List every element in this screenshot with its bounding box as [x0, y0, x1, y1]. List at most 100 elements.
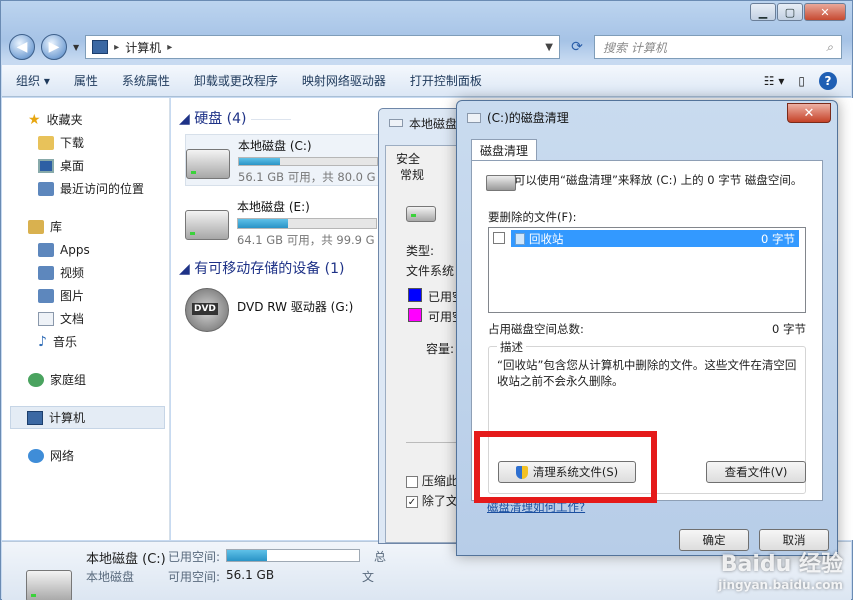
apps-library-icon — [38, 242, 54, 257]
view-options-icon[interactable]: ☷ ▾ — [764, 74, 785, 88]
files-to-delete-label: 要删除的文件(F): — [488, 210, 577, 224]
drive-g[interactable]: DVD DVD RW 驱动器 (G:) — [185, 284, 381, 336]
dvd-drive-icon: DVD — [185, 288, 229, 332]
sidebar-item-pictures[interactable]: 图片 — [2, 284, 169, 307]
hard-disk-icon — [26, 570, 72, 600]
sidebar-item-network[interactable]: 网络 — [2, 444, 169, 467]
system-properties-button[interactable]: 系统属性 — [122, 72, 170, 89]
drive-e[interactable]: 本地磁盘 (E:) 64.1 GB 可用，共 99.9 G — [185, 196, 381, 248]
details-drive-type: 本地磁盘 — [86, 570, 135, 584]
hard-disk-icon — [186, 149, 230, 179]
list-item-size: 0 字节 — [761, 231, 795, 246]
search-icon[interactable]: ⌕ — [826, 40, 833, 55]
tab-security[interactable]: 安全 — [396, 150, 420, 167]
dialog-title-bar: (C:)的磁盘清理 — [467, 109, 569, 126]
library-icon — [28, 219, 44, 234]
open-control-panel-button[interactable]: 打开控制面板 — [410, 72, 482, 89]
navigation-bar: ◀ ▶ ▼ ▸ 计算机 ▸ ▼ ⟳ 搜索 计算机 ⌕ — [9, 33, 842, 61]
sidebar-item-documents[interactable]: 文档 — [2, 307, 169, 330]
baidu-watermark: Baidu 经验 jingyan.baidu.com — [718, 552, 843, 592]
recent-places-icon — [38, 181, 54, 196]
drive-space-info: 64.1 GB 可用，共 99.9 G — [237, 233, 375, 247]
index-files-checkbox[interactable]: 除了文 — [406, 492, 458, 509]
hard-disk-icon — [406, 206, 436, 222]
downloads-folder-icon — [38, 135, 54, 150]
tab-general[interactable]: 常规 — [400, 166, 424, 183]
dialog-title: 本地磁盘 — [409, 116, 458, 131]
chevron-right-icon[interactable]: ▸ — [114, 42, 119, 53]
usage-bar-fill — [238, 219, 288, 228]
sidebar-item-downloads[interactable]: 下载 — [2, 131, 169, 154]
type-label: 类型: — [406, 244, 435, 258]
homegroup-icon — [28, 372, 44, 387]
organize-button[interactable]: 组织 ▾ — [16, 72, 50, 89]
computer-icon — [27, 410, 43, 425]
drive-icon — [389, 119, 403, 127]
group-header-hdd[interactable]: ◢ 硬盘 (4) — [179, 108, 291, 128]
hard-disk-icon — [486, 175, 516, 191]
total-size-label-truncated: 总 — [374, 550, 387, 564]
properties-button[interactable]: 属性 — [74, 72, 98, 89]
back-button[interactable]: ◀ — [9, 34, 35, 60]
sidebar-item-videos[interactable]: 视频 — [2, 261, 169, 284]
free-space-label: 可用空间: — [168, 570, 221, 584]
free-space-value: 56.1 GB — [226, 568, 275, 582]
music-icon: ♪ — [38, 333, 47, 350]
total-space-label: 占用磁盘空间总数: — [488, 322, 584, 336]
dialog-title: (C:)的磁盘清理 — [487, 111, 569, 125]
navigation-pane: ★ 收藏夹 下载 桌面 最近访问的位置 库 Apps 视频 图片 文档 ♪ 音乐 家… — [2, 98, 170, 540]
command-toolbar: 组织 ▾ 属性 系统属性 卸载或更改程序 映射网络驱动器 打开控制面板 ☷ ▾ … — [2, 65, 851, 97]
drive-c[interactable]: 本地磁盘 (C:) 56.1 GB 可用，共 80.0 G — [185, 134, 381, 186]
description-text: “回收站”包含您从计算机中删除的文件。这些文件在清空回收站之前不会永久删除。 — [497, 358, 797, 388]
preview-pane-icon[interactable]: ▯ — [798, 74, 805, 88]
address-path[interactable]: 计算机 — [125, 39, 161, 56]
used-space-label: 已用空间: — [168, 550, 221, 564]
forward-button[interactable]: ▶ — [41, 34, 67, 60]
group-header-removable[interactable]: ◢ 有可移动存储的设备 (1) — [179, 258, 345, 278]
help-icon[interactable]: ? — [819, 71, 837, 90]
view-files-button[interactable]: 查看文件(V) — [706, 461, 806, 483]
document-icon — [38, 311, 54, 326]
sidebar-item-computer[interactable]: 计算机 — [10, 406, 165, 429]
drive-name: DVD RW 驱动器 (G:) — [237, 300, 354, 314]
recycle-bin-checkbox[interactable] — [493, 232, 505, 244]
sidebar-item-favorites[interactable]: ★ 收藏夹 — [2, 108, 169, 131]
details-usage-bar — [226, 549, 360, 562]
usage-bar — [238, 157, 378, 166]
history-dropdown-icon[interactable]: ▼ — [73, 43, 79, 52]
intro-text: 可以使用“磁盘清理”来释放 (C:) 上的 0 字节 磁盘空间。 — [514, 173, 803, 187]
search-placeholder: 搜索 计算机 — [603, 40, 667, 55]
used-space-swatch — [408, 288, 422, 302]
list-item-recycle-bin[interactable]: 回收站 0 字节 — [511, 230, 799, 247]
details-drive-name: 本地磁盘 (C:) — [86, 552, 166, 567]
map-network-drive-button[interactable]: 映射网络驱动器 — [302, 72, 386, 89]
caption-buttons: ▁ ▢ ✕ — [750, 3, 846, 21]
sidebar-item-desktop[interactable]: 桌面 — [2, 154, 169, 177]
picture-icon — [38, 288, 54, 303]
computer-icon — [92, 40, 109, 54]
search-input[interactable]: 搜索 计算机 ⌕ — [594, 35, 842, 59]
sidebar-item-apps[interactable]: Apps — [2, 238, 169, 261]
refresh-icon[interactable]: ⟳ — [566, 36, 588, 58]
address-dropdown-icon[interactable]: ▼ — [545, 42, 553, 53]
minimize-button[interactable]: ▁ — [750, 3, 776, 21]
chevron-right-icon[interactable]: ▸ — [167, 42, 172, 53]
recycle-bin-icon — [515, 233, 525, 245]
close-button[interactable]: ✕ — [804, 3, 846, 21]
maximize-button[interactable]: ▢ — [777, 3, 803, 21]
capacity-label: 容量: — [426, 342, 455, 356]
sidebar-item-libraries[interactable]: 库 — [2, 215, 169, 238]
filesystem-label-truncated: 文 — [362, 570, 375, 584]
tab-disk-cleanup[interactable]: 磁盘清理 — [471, 139, 538, 161]
address-bar[interactable]: ▸ 计算机 ▸ ▼ — [85, 35, 560, 59]
sidebar-item-homegroup[interactable]: 家庭组 — [2, 368, 169, 391]
uninstall-program-button[interactable]: 卸载或更改程序 — [194, 72, 278, 89]
sidebar-item-recent[interactable]: 最近访问的位置 — [2, 177, 169, 200]
usage-bar — [237, 218, 377, 229]
compress-drive-checkbox[interactable]: 压缩此 — [406, 472, 458, 489]
hard-disk-icon — [185, 210, 229, 240]
files-to-delete-list[interactable]: 回收站 0 字节 — [488, 227, 806, 313]
filesystem-label: 文件系统 — [406, 264, 455, 278]
sidebar-item-music[interactable]: ♪ 音乐 — [2, 330, 169, 353]
close-button[interactable]: ✕ — [787, 103, 831, 123]
